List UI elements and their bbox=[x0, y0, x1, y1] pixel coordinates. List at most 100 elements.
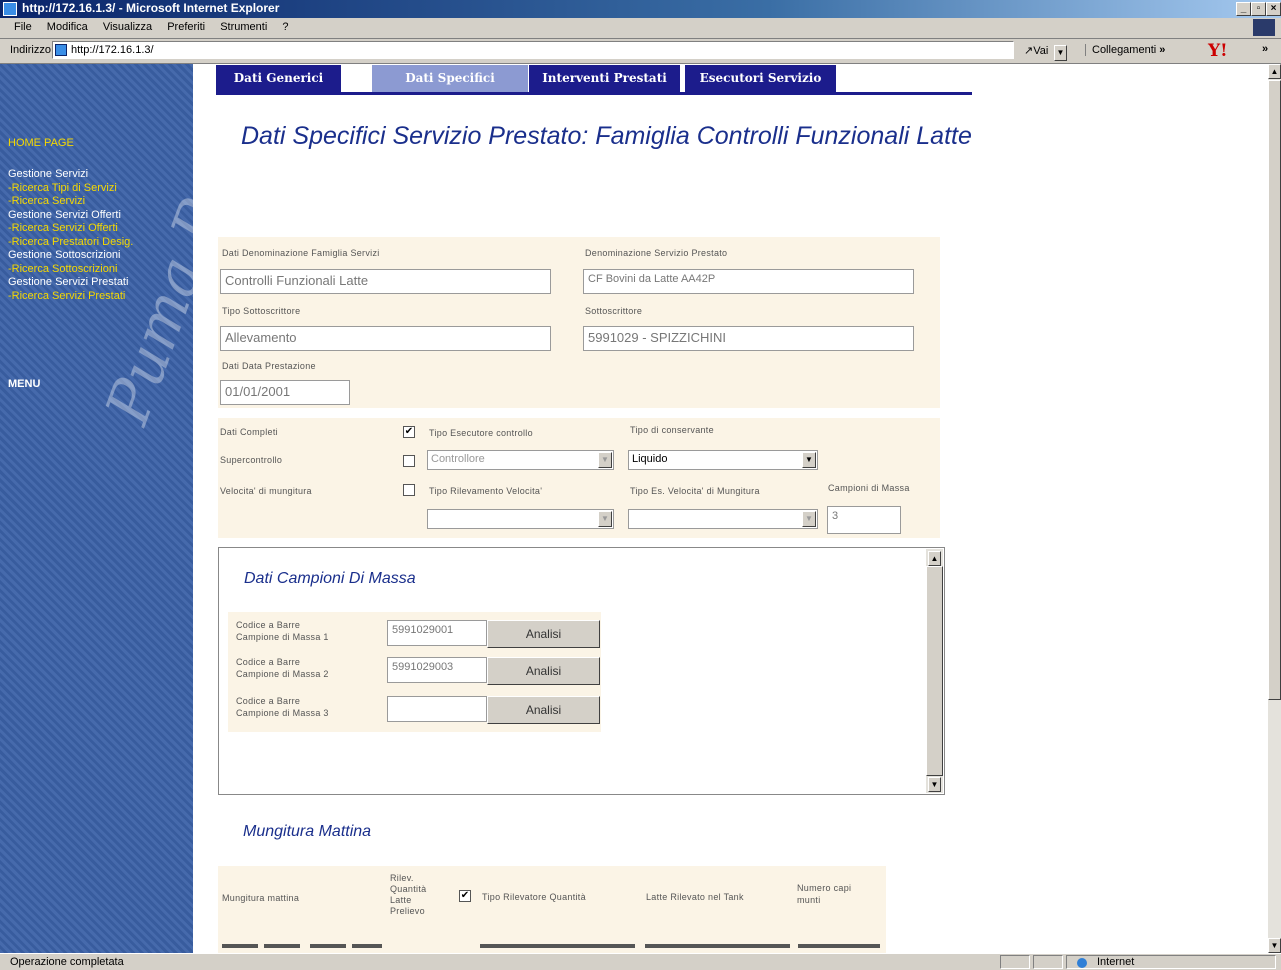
campione-label-line1: Codice a Barre bbox=[236, 657, 301, 667]
campione-barcode-field[interactable]: 5991029003 bbox=[387, 657, 487, 683]
sidebar-item[interactable]: Gestione Servizi Prestati bbox=[8, 276, 128, 288]
zone-label: Internet bbox=[1097, 956, 1135, 968]
sidebar-item[interactable]: -Ricerca Servizi Prestati bbox=[8, 290, 125, 302]
toolbar-chevron[interactable]: » bbox=[1262, 43, 1268, 55]
rilev-quantita-checkbox[interactable]: ✔ bbox=[459, 890, 471, 902]
tipo-rilevamento-select[interactable]: ▼ bbox=[427, 509, 614, 529]
campione-label-line2: Campione di Massa 1 bbox=[236, 632, 329, 642]
window-title-bar: http://172.16.1.3/ - Microsoft Internet … bbox=[0, 0, 1281, 18]
tab-esecutori-servizio[interactable]: Esecutori Servizio bbox=[685, 65, 836, 92]
links-chevron: » bbox=[1159, 44, 1166, 56]
mungitura-field-2[interactable] bbox=[264, 944, 300, 948]
menu-bar: File Modifica Visualizza Preferiti Strum… bbox=[0, 18, 1281, 39]
prelievo-label: Prelievo bbox=[390, 906, 425, 916]
tab-interventi-prestati[interactable]: Interventi Prestati bbox=[529, 65, 680, 92]
tipo-sottoscrittore-field[interactable]: Allevamento bbox=[220, 326, 551, 351]
tipo-es-velocita-select[interactable]: ▼ bbox=[628, 509, 818, 529]
campione-label-line1: Codice a Barre bbox=[236, 696, 301, 706]
dati-completi-label: Dati Completi bbox=[220, 427, 278, 437]
scroll-up-icon[interactable]: ▲ bbox=[1268, 64, 1281, 79]
numero-line1: Numero capi bbox=[797, 883, 852, 893]
address-url: http://172.16.1.3/ bbox=[71, 44, 154, 56]
tipo-esecutore-value: Controllore bbox=[431, 453, 485, 465]
data-prestazione-label: Dati Data Prestazione bbox=[222, 361, 316, 371]
tipo-conservante-select[interactable]: Liquido ▼ bbox=[628, 450, 818, 470]
rilev-quantita-label: Rilev. Quantità Latte Prelievo bbox=[390, 873, 426, 917]
links-label: Collegamenti bbox=[1092, 44, 1157, 56]
sidebar-item[interactable]: Gestione Servizi bbox=[8, 168, 88, 180]
mungitura-field-3[interactable] bbox=[310, 944, 346, 948]
analisi-button[interactable]: Analisi bbox=[487, 657, 600, 685]
campione-barcode-field[interactable] bbox=[387, 696, 487, 722]
mungitura-col-label: Mungitura mattina bbox=[222, 893, 300, 903]
latte-tank-field[interactable] bbox=[645, 944, 790, 948]
menu-file[interactable]: File bbox=[8, 19, 38, 35]
tab-dati-specifici[interactable]: Dati Specifici bbox=[372, 65, 528, 92]
menu-modifica[interactable]: Modifica bbox=[41, 19, 94, 35]
address-input[interactable]: http://172.16.1.3/ ▼ bbox=[52, 41, 1067, 61]
mungitura-field-1[interactable] bbox=[222, 944, 258, 948]
tipo-es-velocita-label: Tipo Es. Velocita' di Mungitura bbox=[630, 486, 760, 496]
close-button[interactable]: × bbox=[1266, 2, 1281, 16]
minimize-button[interactable]: _ bbox=[1236, 2, 1251, 16]
menu-preferiti[interactable]: Preferiti bbox=[161, 19, 211, 35]
sidebar-item[interactable]: -Ricerca Tipi di Servizi bbox=[8, 182, 117, 194]
sidebar-item[interactable]: Gestione Servizi Offerti bbox=[8, 209, 121, 221]
tipo-esecutore-select[interactable]: Controllore ▼ bbox=[427, 450, 614, 470]
security-zone: Internet bbox=[1066, 955, 1276, 969]
sidebar-menu-label[interactable]: MENU bbox=[8, 378, 40, 390]
frame-scrollbar[interactable]: ▲ ▼ bbox=[926, 549, 943, 793]
menu-strumenti[interactable]: Strumenti bbox=[214, 19, 273, 35]
status-bar: Operazione completata Internet bbox=[0, 953, 1281, 970]
mungitura-field-4[interactable] bbox=[352, 944, 382, 948]
campione-barcode-field[interactable]: 5991029001 bbox=[387, 620, 487, 646]
rilev-line2: Quantità bbox=[390, 884, 427, 894]
famiglia-field[interactable]: Controlli Funzionali Latte bbox=[220, 269, 551, 294]
go-button[interactable]: ↗Vai bbox=[1024, 44, 1048, 57]
sidebar-home-link[interactable]: HOME PAGE bbox=[8, 137, 74, 149]
status-pane bbox=[1033, 955, 1063, 969]
tipo-rilevatore-field[interactable] bbox=[480, 944, 635, 948]
links-button[interactable]: Collegamenti » bbox=[1085, 44, 1165, 56]
scroll-down-icon[interactable]: ▼ bbox=[1268, 938, 1281, 953]
tipo-conservante-label: Tipo di conservante bbox=[630, 425, 714, 435]
tab-dati-generici[interactable]: Dati Generici bbox=[216, 65, 341, 92]
dati-completi-checkbox[interactable]: ✔ bbox=[403, 426, 415, 438]
velocita-checkbox[interactable] bbox=[403, 484, 415, 496]
yahoo-logo-icon[interactable]: Y! bbox=[1208, 41, 1228, 61]
check-icon: ✔ bbox=[460, 890, 470, 901]
numero-capi-field[interactable] bbox=[798, 944, 880, 948]
numero-capi-label: Numero capi munti bbox=[797, 882, 851, 906]
supercontrollo-checkbox[interactable] bbox=[403, 455, 415, 467]
sidebar-item[interactable]: -Ricerca Servizi bbox=[8, 195, 85, 207]
analisi-button[interactable]: Analisi bbox=[487, 696, 600, 724]
menu-visualizza[interactable]: Visualizza bbox=[97, 19, 158, 35]
page-scroll-thumb[interactable] bbox=[1268, 80, 1281, 700]
data-prestazione-field[interactable]: 01/01/2001 bbox=[220, 380, 350, 405]
famiglia-label: Dati Denominazione Famiglia Servizi bbox=[222, 248, 380, 258]
sidebar-item[interactable]: -Ricerca Sottoscrizioni bbox=[8, 263, 117, 275]
campione-label: Codice a Barre Campione di Massa 3 bbox=[236, 695, 329, 719]
sidebar-item[interactable]: -Ricerca Servizi Offerti bbox=[8, 222, 118, 234]
sottoscrittore-field[interactable]: 5991029 - SPIZZICHINI bbox=[583, 326, 914, 351]
campione-label: Codice a Barre Campione di Massa 2 bbox=[236, 656, 329, 680]
go-arrow-icon: ↗ bbox=[1024, 45, 1034, 57]
frame-scroll-thumb[interactable] bbox=[926, 566, 943, 776]
sidebar-item[interactable]: Gestione Sottoscrizioni bbox=[8, 249, 121, 261]
mungitura-title: Mungitura Mattina bbox=[243, 823, 372, 840]
campione-label: Codice a Barre Campione di Massa 1 bbox=[236, 619, 329, 643]
servizio-field[interactable]: CF Bovini da Latte AA42P bbox=[583, 269, 914, 294]
frame-scroll-up-icon[interactable]: ▲ bbox=[928, 551, 941, 566]
maximize-button[interactable]: ▫ bbox=[1251, 2, 1266, 16]
menu-help[interactable]: ? bbox=[276, 19, 294, 35]
window-title: http://172.16.1.3/ - Microsoft Internet … bbox=[22, 1, 280, 15]
sidebar-item[interactable]: -Ricerca Prestatori Desig. bbox=[8, 236, 133, 248]
page-scrollbar[interactable]: ▲ ▼ bbox=[1268, 64, 1281, 953]
address-dropdown-icon[interactable]: ▼ bbox=[1054, 45, 1067, 61]
campioni-field[interactable]: 3 bbox=[827, 506, 901, 534]
frame-scroll-down-icon[interactable]: ▼ bbox=[928, 777, 941, 792]
go-label: Vai bbox=[1033, 45, 1049, 57]
analisi-button[interactable]: Analisi bbox=[487, 620, 600, 648]
campione-label-line2: Campione di Massa 3 bbox=[236, 708, 329, 718]
status-pane bbox=[1000, 955, 1030, 969]
